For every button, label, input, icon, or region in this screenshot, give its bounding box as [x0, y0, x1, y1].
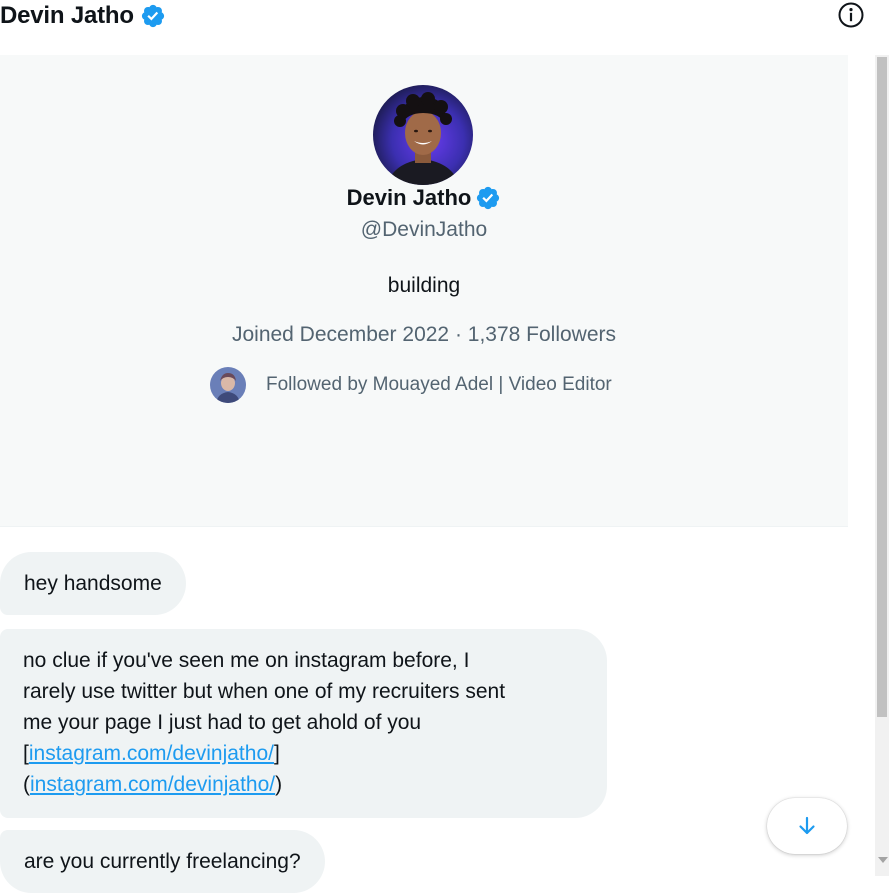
paren-close: ): [275, 773, 283, 796]
profile-avatar-image: [373, 85, 473, 185]
profile-name: Devin Jatho: [0, 185, 848, 211]
profile-avatar[interactable]: [373, 85, 473, 185]
follower-avatar: [210, 367, 246, 403]
verified-badge-icon: [477, 186, 500, 210]
message-line: no clue if you've seen me on instagram b…: [23, 649, 470, 672]
paren-open: (: [23, 773, 30, 796]
scrollbar-thumb[interactable]: [877, 57, 887, 717]
conversation-title: Devin Jatho: [0, 2, 166, 30]
bracket-close: ]: [273, 742, 280, 765]
conversation-header: Devin Jatho: [0, 0, 889, 40]
profile-card[interactable]: Devin Jatho @DevinJatho building Joined …: [0, 55, 848, 527]
scrollbar[interactable]: [875, 55, 889, 876]
instagram-link[interactable]: instagram.com/devinjatho/: [30, 773, 275, 796]
message-line: rarely use twitter but when one of my re…: [23, 680, 506, 703]
message-text: are you currently freelancing?: [24, 850, 301, 873]
message-line: [instagram.com/devinjatho/]: [23, 738, 583, 769]
followed-by-text: Followed by Mouayed Adel | Video Editor: [266, 374, 612, 395]
message-bubble[interactable]: hey handsome: [0, 552, 186, 615]
message-line: (instagram.com/devinjatho/): [23, 769, 583, 800]
conversation-info-button[interactable]: [836, 0, 866, 30]
scroll-to-bottom-button[interactable]: [767, 798, 847, 854]
scroll-down-arrow-icon[interactable]: [878, 857, 888, 863]
profile-meta: Joined December 2022 · 1,378 Followers: [231, 323, 617, 346]
followed-by[interactable]: Followed by Mouayed Adel | Video Editor: [210, 367, 612, 403]
message-text: hey handsome: [24, 572, 162, 595]
verified-badge-icon: [141, 4, 164, 28]
message-bubble[interactable]: are you currently freelancing?: [0, 830, 325, 893]
arrow-down-icon: [799, 816, 815, 835]
profile-handle: @DevinJatho: [360, 218, 488, 241]
message-line: me your page I just had to get ahold of …: [23, 711, 422, 734]
instagram-link[interactable]: instagram.com/devinjatho/: [29, 742, 274, 765]
profile-name-text: Devin Jatho: [346, 185, 472, 210]
info-icon: [838, 2, 864, 28]
message-bubble[interactable]: no clue if you've seen me on instagram b…: [0, 629, 607, 818]
profile-bio: building: [387, 274, 461, 297]
conversation-title-text: Devin Jatho: [0, 2, 134, 29]
